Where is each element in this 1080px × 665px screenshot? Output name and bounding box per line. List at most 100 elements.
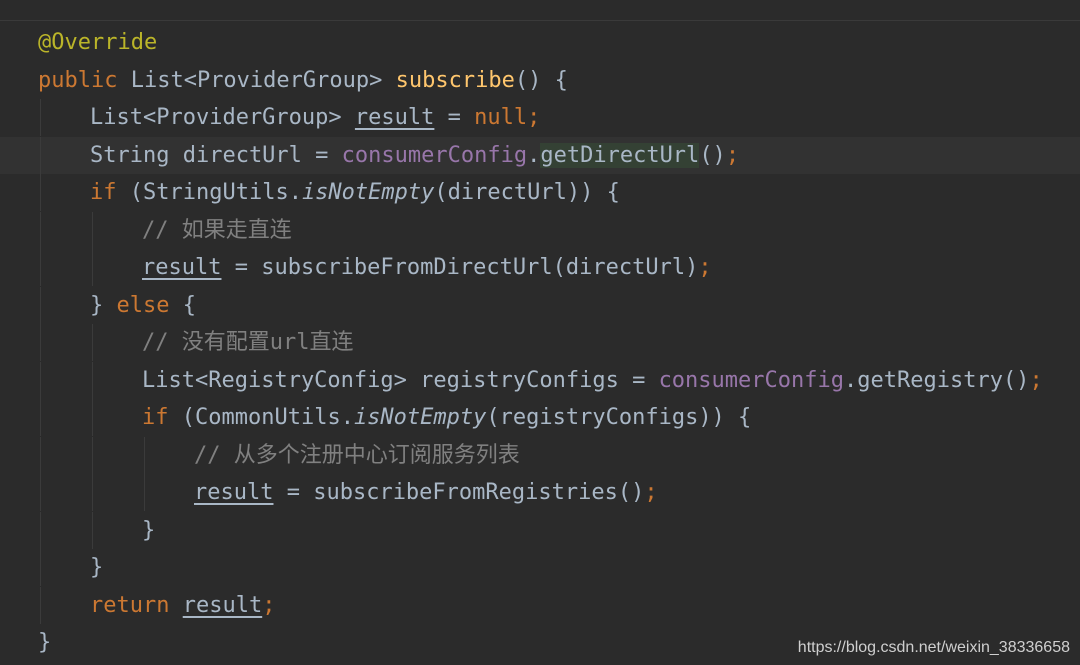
code-token: ; xyxy=(262,592,276,618)
code-line[interactable]: @Override xyxy=(0,24,1080,61)
code-text: @Override xyxy=(38,24,157,61)
code-text: // 从多个注册中心订阅服务列表 xyxy=(194,437,520,474)
code-token: // 从多个注册中心订阅服务列表 xyxy=(194,442,520,468)
code-text: } xyxy=(90,549,103,586)
code-token: subscribe xyxy=(395,67,515,93)
indent-guide xyxy=(92,361,93,399)
code-token: result xyxy=(142,255,222,280)
code-token: ; xyxy=(527,105,541,130)
code-token: if xyxy=(142,405,182,430)
code-token: . xyxy=(527,142,541,168)
indent-guide xyxy=(92,211,93,249)
code-text: // 没有配置url直连 xyxy=(142,324,353,361)
indent-guide xyxy=(40,474,41,511)
indent-guide xyxy=(40,174,41,211)
code-token: } xyxy=(38,630,52,655)
indent-guide xyxy=(40,211,41,249)
indent-guide xyxy=(92,399,93,436)
code-line[interactable]: } xyxy=(0,549,1080,586)
indent-guide xyxy=(40,286,41,324)
code-text: result = subscribeFromDirectUrl(directUr… xyxy=(142,249,712,286)
code-token: = xyxy=(434,105,475,130)
code-token: List<ProviderGroup> xyxy=(130,67,396,93)
code-token: isNotEmpty xyxy=(353,405,487,430)
indent-guide xyxy=(40,399,41,436)
code-token: = subscribeFromRegistries() xyxy=(273,480,645,505)
code-text: String directUrl = consumerConfig.getDir… xyxy=(90,137,739,174)
code-token: else xyxy=(116,292,183,318)
indent-guide xyxy=(92,249,93,286)
code-line[interactable]: return result; xyxy=(0,586,1080,624)
code-line[interactable]: } xyxy=(0,511,1080,549)
indent-guide xyxy=(40,324,41,361)
code-token: } xyxy=(90,292,117,318)
code-text: } xyxy=(142,512,155,549)
code-token: if xyxy=(90,180,130,205)
code-token: () { xyxy=(514,67,568,93)
code-token: = subscribeFromDirectUrl(directUrl) xyxy=(221,255,699,280)
code-token: consumerConfig xyxy=(341,142,528,168)
code-text: } else { xyxy=(90,287,196,324)
code-token: List<ProviderGroup> xyxy=(90,105,355,130)
code-token: String directUrl = xyxy=(90,142,342,168)
code-line[interactable]: if (CommonUtils.isNotEmpty(registryConfi… xyxy=(0,399,1080,436)
code-line[interactable]: // 从多个注册中心订阅服务列表 xyxy=(0,436,1080,474)
indent-guide xyxy=(40,249,41,286)
code-token: (registryConfigs)) { xyxy=(486,405,752,430)
code-token: List<RegistryConfig> registryConfigs = xyxy=(142,367,659,393)
code-line[interactable]: result = subscribeFromRegistries(); xyxy=(0,474,1080,511)
indent-guide xyxy=(40,511,41,549)
indent-guide xyxy=(40,549,41,586)
code-token: null xyxy=(474,105,528,130)
code-token: { xyxy=(182,292,196,318)
indent-guide xyxy=(40,436,41,474)
code-line[interactable]: } else { xyxy=(0,286,1080,324)
code-text: result = subscribeFromRegistries(); xyxy=(194,474,658,511)
code-line[interactable]: String directUrl = consumerConfig.getDir… xyxy=(0,136,1080,174)
code-line[interactable]: if (StringUtils.isNotEmpty(directUrl)) { xyxy=(0,174,1080,211)
code-token: () xyxy=(699,142,726,168)
code-token: getDirectUrl xyxy=(540,142,700,168)
code-token: } xyxy=(142,517,156,543)
code-token: // 如果走直连 xyxy=(142,217,292,243)
code-token: ; xyxy=(725,142,740,168)
code-text: } xyxy=(38,624,51,661)
code-token: ; xyxy=(644,480,658,505)
indent-guide xyxy=(92,511,93,549)
code-line[interactable]: result = subscribeFromDirectUrl(directUr… xyxy=(0,249,1080,286)
code-line[interactable]: List<RegistryConfig> registryConfigs = c… xyxy=(0,361,1080,399)
code-token: result xyxy=(354,105,435,130)
code-text: List<RegistryConfig> registryConfigs = c… xyxy=(142,362,1043,399)
indent-guide xyxy=(144,474,145,511)
code-line[interactable]: public List<ProviderGroup> subscribe() { xyxy=(0,62,1080,99)
indent-guide xyxy=(40,99,41,136)
indent-guide xyxy=(92,474,93,511)
code-token: public xyxy=(38,67,131,93)
code-line[interactable]: // 如果走直连 xyxy=(0,211,1080,249)
code-line[interactable]: // 没有配置url直连 xyxy=(0,324,1080,361)
code-text: if (CommonUtils.isNotEmpty(registryConfi… xyxy=(142,399,751,436)
code-token: (StringUtils. xyxy=(129,180,302,205)
code-token: .getRegistry() xyxy=(844,367,1030,393)
code-token: return xyxy=(90,592,183,618)
indent-guide xyxy=(40,586,41,624)
code-token: } xyxy=(90,555,104,580)
watermark-text: https://blog.csdn.net/weixin_38336658 xyxy=(797,639,1070,656)
code-token: @Override xyxy=(38,30,158,55)
code-editor[interactable]: @Override public List<ProviderGroup> subs… xyxy=(0,24,1080,665)
indent-guide xyxy=(92,324,93,361)
code-token: consumerConfig xyxy=(658,367,844,393)
code-token: result xyxy=(182,592,263,618)
code-token: ; xyxy=(1029,367,1043,393)
code-line[interactable]: List<ProviderGroup> result = null; xyxy=(0,99,1080,136)
code-text: public List<ProviderGroup> subscribe() { xyxy=(38,62,568,99)
code-text: // 如果走直连 xyxy=(142,212,292,249)
code-token: (CommonUtils. xyxy=(181,405,354,430)
editor-top-border xyxy=(0,0,1080,21)
indent-guide xyxy=(92,436,93,474)
code-text: return result; xyxy=(90,587,275,624)
indent-guide xyxy=(144,436,145,474)
code-token: ; xyxy=(698,255,712,280)
code-token: result xyxy=(194,480,274,505)
code-text: List<ProviderGroup> result = null; xyxy=(90,99,540,136)
